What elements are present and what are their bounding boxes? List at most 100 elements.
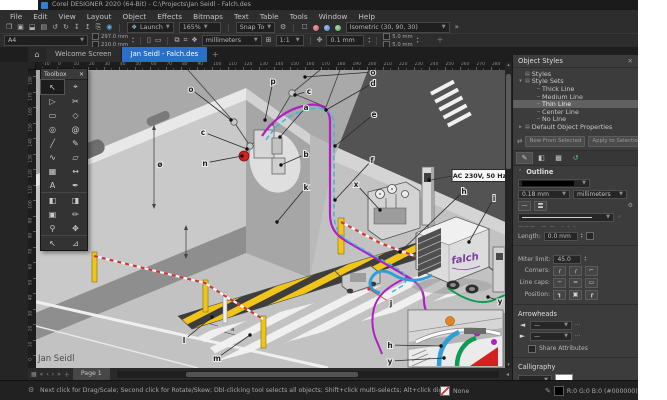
knife-tool[interactable]: ✂ (64, 94, 87, 108)
line-style-double-button[interactable]: 〓 (534, 201, 547, 211)
save-icon[interactable]: ⬓ (29, 22, 36, 33)
freehand-pick-tool[interactable]: ⌖ (64, 80, 87, 94)
landscape-icon[interactable]: ▭ (155, 35, 162, 46)
scroll-up-icon[interactable]: ▴ (505, 62, 512, 68)
cap-square-button[interactable]: ▭ (585, 278, 598, 288)
import-icon[interactable]: ↧ (74, 22, 80, 33)
vertical-ruler[interactable]: 1801701601501401301201101009080706050403… (28, 70, 36, 368)
add-icon[interactable]: ＋ (437, 35, 444, 46)
pick-tool[interactable]: ↖ (41, 80, 64, 94)
page-size-dropdown[interactable]: A4▼ (4, 35, 88, 46)
redo-icon[interactable]: ↻ (63, 22, 69, 33)
gear-icon[interactable]: ⚙ (280, 22, 286, 33)
duplicate-spinner[interactable]: ▴▾ (417, 37, 419, 44)
outline-tab-icon[interactable]: ✎ (517, 153, 532, 163)
all-pages-icon[interactable]: ⧉ (174, 35, 179, 46)
miter-spinner[interactable]: ▴▾ (584, 256, 586, 263)
apply-to-selection-button[interactable]: Apply to Selection (588, 136, 638, 147)
grid-settings-icon[interactable]: ⌗ (183, 35, 187, 46)
length-spinner[interactable]: ▴▾ (581, 233, 583, 240)
collapse-icon[interactable]: ⌃ (518, 169, 522, 175)
projection-dropdown[interactable]: Isometric (30, 90, 30)▼ (346, 22, 450, 33)
position-inside-button[interactable]: ┏ (585, 290, 598, 300)
miter-limit-field[interactable]: 45.0 (553, 255, 581, 264)
corner-bevel-button[interactable]: ⌐ (585, 266, 598, 276)
tab-document-falch[interactable]: Jan Seidl - Falch.des (122, 47, 208, 62)
drop-shadow-tool[interactable]: ▣ (41, 207, 64, 221)
drawing-scale-dropdown[interactable]: 1:1▼ (276, 35, 304, 46)
page-width-field[interactable]: 297.0 mm (101, 34, 128, 40)
spiral-tool[interactable]: @ (64, 122, 87, 136)
vertical-scrollbar[interactable]: ▴ ▾ (505, 62, 512, 368)
units-dropdown[interactable]: millimeters▼ (202, 35, 262, 46)
page-tab[interactable]: Page 1 (73, 368, 110, 380)
export-icon[interactable]: ↥ (85, 22, 91, 33)
close-icon[interactable]: ✕ (628, 57, 633, 65)
page-grid-icon[interactable]: ▦ (31, 371, 37, 378)
outline-width-dropdown[interactable]: 0.18 mm▼ (518, 190, 570, 199)
pdf-icon[interactable]: ⎘ (96, 22, 102, 33)
new-from-selected-button[interactable]: New From Selected (525, 136, 585, 147)
close-icon[interactable]: ✕ (79, 71, 84, 78)
position-center-button[interactable]: ▣ (569, 290, 582, 300)
horizontal-scrollbar[interactable] (117, 371, 499, 378)
dimension-tool[interactable]: ↔ (64, 164, 87, 178)
corner-round-button[interactable]: ╭ (569, 266, 582, 276)
next-page-icon[interactable]: › (52, 371, 54, 378)
prev-page-icon[interactable]: ‹ (46, 371, 48, 378)
start-arrowhead-options-button[interactable]: ⋯ (575, 322, 581, 328)
print-icon[interactable]: ▤ (41, 22, 48, 33)
menu-bitmaps[interactable]: Bitmaps (193, 12, 223, 21)
curve-tool[interactable]: ∿ (41, 150, 64, 164)
tab-welcome-screen[interactable]: Welcome Screen (46, 47, 121, 62)
scroll-left-icon[interactable]: ◂ (506, 371, 509, 378)
portrait-icon[interactable]: ▯ (147, 35, 151, 46)
style-medium-line[interactable]: ─Medium Line (513, 93, 638, 101)
first-page-icon[interactable]: « (40, 371, 44, 378)
menu-help[interactable]: Help (358, 12, 375, 21)
zoom-level-dropdown[interactable]: 165%▼ (179, 22, 221, 33)
menu-tools[interactable]: Tools (290, 12, 308, 21)
style-sync-icon[interactable]: ⇄ (517, 137, 522, 145)
bezier-tool[interactable]: ✎ (64, 136, 87, 150)
start-arrowhead-dropdown[interactable]: —▼ (530, 321, 572, 330)
rectangle-tool[interactable]: ▭ (41, 108, 64, 122)
outline-pick-tool[interactable]: ↖ (41, 235, 64, 250)
line-style-options-button[interactable]: ⁘ (617, 214, 622, 220)
add-page-icon[interactable]: ＋ (64, 370, 70, 379)
horizontal-ruler[interactable]: -100102030405060708090100110120130140150… (36, 62, 505, 70)
menu-table[interactable]: Table (260, 12, 279, 21)
smart-fill-tool[interactable]: ◨ (64, 192, 87, 207)
nudge-spinner[interactable]: ▴▾ (368, 37, 370, 44)
duplicate-x-field[interactable]: 5.0 mm (392, 34, 412, 40)
two-point-line-tool[interactable]: ╱ (41, 136, 64, 150)
horizontal-scrollbar-thumb[interactable] (186, 372, 358, 377)
outline-units-dropdown[interactable]: millimeters▼ (573, 190, 627, 199)
style-default-object-properties[interactable]: ▸▤Default Object Properties (513, 123, 638, 131)
open-icon[interactable]: ▣ (17, 22, 24, 33)
cap-butt-button[interactable]: ─ (553, 278, 566, 288)
menu-view[interactable]: View (58, 12, 75, 21)
settings-tab-icon[interactable]: ↺ (568, 153, 583, 163)
menu-layout[interactable]: Layout (87, 12, 112, 21)
snap-to-dropdown[interactable]: Snap To▼ (236, 22, 275, 33)
vertical-scrollbar-thumb[interactable] (506, 74, 511, 169)
length-field[interactable]: 0.0 mm (544, 232, 578, 241)
zoom-tool[interactable]: ⚲ (41, 221, 64, 235)
publish-icon[interactable]: ◉ (106, 22, 112, 33)
text-tool[interactable]: A (41, 178, 64, 192)
page-size-spinner[interactable]: ▴▾ (132, 37, 134, 44)
projection-preset-green-icon[interactable] (335, 25, 341, 31)
table-tool[interactable]: ▦ (41, 164, 64, 178)
eyedropper-tool[interactable]: ✏ (64, 207, 87, 221)
menu-object[interactable]: Object (123, 12, 147, 21)
fill-tool[interactable]: ◧ (41, 192, 64, 207)
end-arrowhead-options-button[interactable]: ⋯ (575, 333, 581, 339)
outline-color-dropdown[interactable]: ▼ (518, 179, 590, 188)
polygon-tool[interactable]: ◇ (64, 108, 87, 122)
style-style-sets[interactable]: ▾▤Style Sets (513, 78, 638, 86)
new-document-icon[interactable]: ❐ (6, 22, 12, 33)
menu-text[interactable]: Text (234, 12, 249, 21)
toolbar-overflow-chevron[interactable]: » (455, 22, 459, 33)
end-arrowhead-dropdown[interactable]: —▼ (530, 332, 572, 341)
